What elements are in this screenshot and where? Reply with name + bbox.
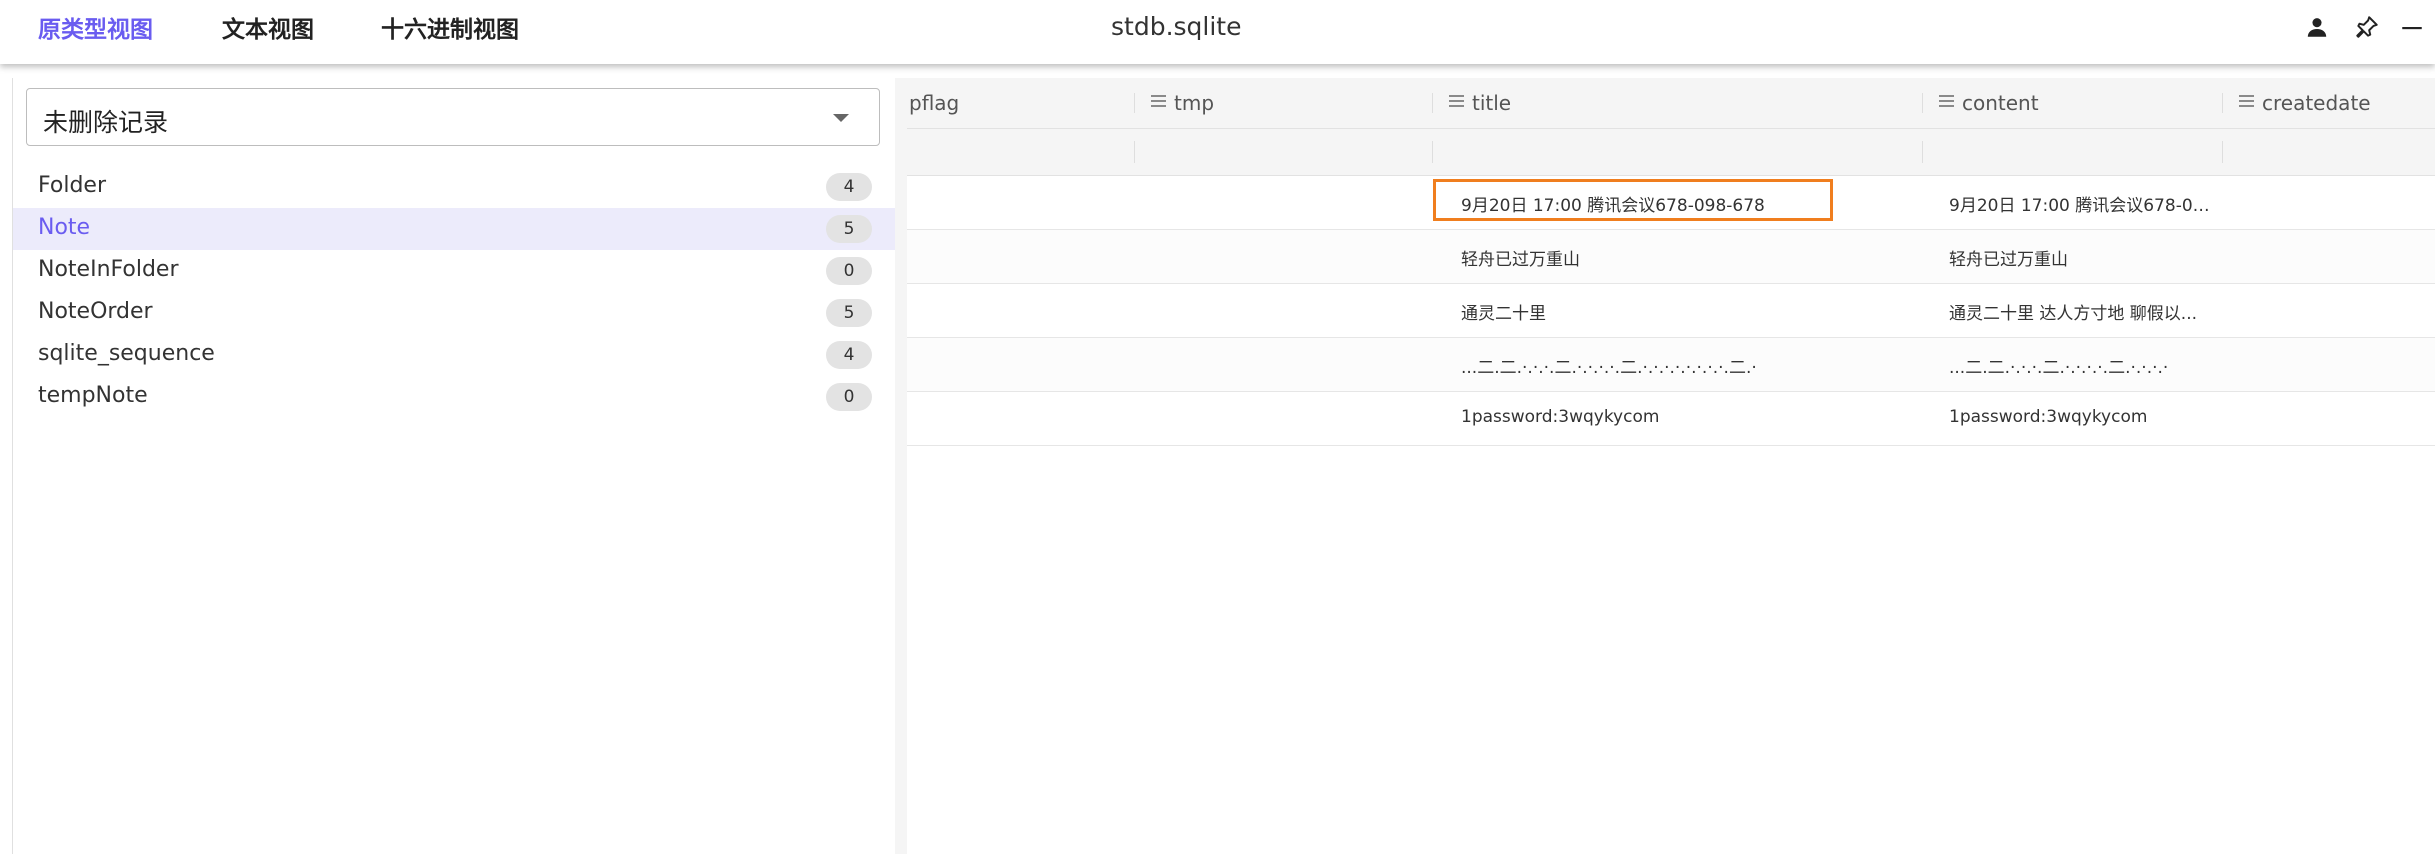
record-count-badge: 5: [826, 299, 872, 327]
table-list-panel: 未删除记录 Folder 4 Note 5 NoteInFolder 0 Not…: [12, 78, 897, 854]
menu-icon: [2239, 95, 2254, 108]
cell-content[interactable]: 轻舟已过万重山: [1949, 245, 2211, 270]
table-name: sqlite_sequence: [38, 341, 215, 366]
column-header-tmp[interactable]: tmp: [1134, 78, 1432, 128]
record-count-badge: 4: [826, 341, 872, 369]
minimize-icon[interactable]: [2399, 14, 2425, 40]
cell-content[interactable]: ...二.二.·.·.·.二.·.·.·.·.二.·.·.·.·: [1949, 353, 2211, 378]
column-header-label: tmp: [1174, 91, 1215, 115]
menu-icon: [1939, 95, 1954, 108]
column-header-label: title: [1472, 91, 1512, 115]
table-row[interactable]: 1password:3wqykycom 1password:3wqykycom: [907, 392, 2435, 446]
table-row[interactable]: 轻舟已过万重山 轻舟已过万重山: [907, 230, 2435, 284]
filter-separator: [1432, 141, 1433, 163]
menu-icon: [1151, 95, 1166, 108]
table-name: tempNote: [38, 383, 148, 408]
table-name: NoteOrder: [38, 299, 153, 324]
data-grid: pflag tmp title content createdate 9月20日: [907, 78, 2435, 854]
record-filter-value: 未删除记录: [43, 108, 169, 137]
table-list: Folder 4 Note 5 NoteInFolder 0 NoteOrder…: [13, 166, 896, 418]
grid-header: pflag tmp title content createdate: [907, 78, 2435, 129]
column-header-title[interactable]: title: [1432, 78, 1922, 128]
table-name: Note: [38, 215, 91, 240]
tab-raw-type-view[interactable]: 原类型视图: [38, 10, 153, 44]
filter-separator: [1922, 141, 1923, 163]
column-header-createdate[interactable]: createdate: [2222, 78, 2435, 128]
filter-separator: [2222, 141, 2223, 163]
record-count-badge: 4: [826, 173, 872, 201]
filter-separator: [1134, 141, 1135, 163]
tab-hex-view[interactable]: 十六进制视图: [381, 10, 519, 44]
column-header-label: pflag: [909, 91, 960, 115]
table-list-item[interactable]: tempNote 0: [13, 376, 896, 418]
record-filter-select[interactable]: 未删除记录: [26, 88, 880, 146]
cell-title[interactable]: 通灵二十里: [1461, 299, 1821, 324]
table-list-item[interactable]: NoteOrder 5: [13, 292, 896, 334]
column-header-label: content: [1962, 91, 2039, 115]
menu-icon: [1449, 95, 1464, 108]
column-filter-row[interactable]: [907, 129, 2435, 176]
table-name: Folder: [38, 173, 106, 198]
cell-title[interactable]: 轻舟已过万重山: [1461, 245, 1821, 270]
cell-content[interactable]: 通灵二十里 达人方寸地 聊假以...: [1949, 299, 2211, 324]
table-list-item[interactable]: NoteInFolder 0: [13, 250, 896, 292]
table-list-item[interactable]: Folder 4: [13, 166, 896, 208]
tab-text-view[interactable]: 文本视图: [222, 10, 314, 44]
top-bar: 原类型视图 文本视图 十六进制视图 stdb.sqlite: [0, 0, 2435, 64]
table-list-item[interactable]: Note 5: [13, 208, 896, 250]
user-icon[interactable]: [2304, 14, 2330, 40]
pin-icon[interactable]: [2354, 14, 2380, 40]
record-count-badge: 5: [826, 215, 872, 243]
column-header-pflag[interactable]: pflag: [907, 78, 1041, 128]
record-count-badge: 0: [826, 383, 872, 411]
table-list-item[interactable]: sqlite_sequence 4: [13, 334, 896, 376]
cell-title[interactable]: ...二.二.·.·.·.二.·.·.·.·.二.·.·.·.·.·.·.·.·…: [1461, 353, 1821, 378]
table-row[interactable]: 通灵二十里 通灵二十里 达人方寸地 聊假以...: [907, 284, 2435, 338]
chevron-down-icon: [833, 114, 849, 122]
cell-title[interactable]: 9月20日 17:00 腾讯会议678-098-678: [1461, 191, 1821, 216]
record-count-badge: 0: [826, 257, 872, 285]
table-row[interactable]: ...二.二.·.·.·.二.·.·.·.·.二.·.·.·.·.·.·.·.·…: [907, 338, 2435, 392]
table-row[interactable]: 9月20日 17:00 腾讯会议678-098-678 9月20日 17:00 …: [907, 176, 2435, 230]
cell-title[interactable]: 1password:3wqykycom: [1461, 407, 1821, 427]
file-title: stdb.sqlite: [1111, 12, 1242, 41]
column-header-label: createdate: [2262, 91, 2371, 115]
table-name: NoteInFolder: [38, 257, 179, 282]
column-header-content[interactable]: content: [1922, 78, 2222, 128]
cell-content[interactable]: 1password:3wqykycom: [1949, 407, 2211, 427]
cell-content[interactable]: 9月20日 17:00 腾讯会议678-098-678: [1949, 191, 2211, 216]
